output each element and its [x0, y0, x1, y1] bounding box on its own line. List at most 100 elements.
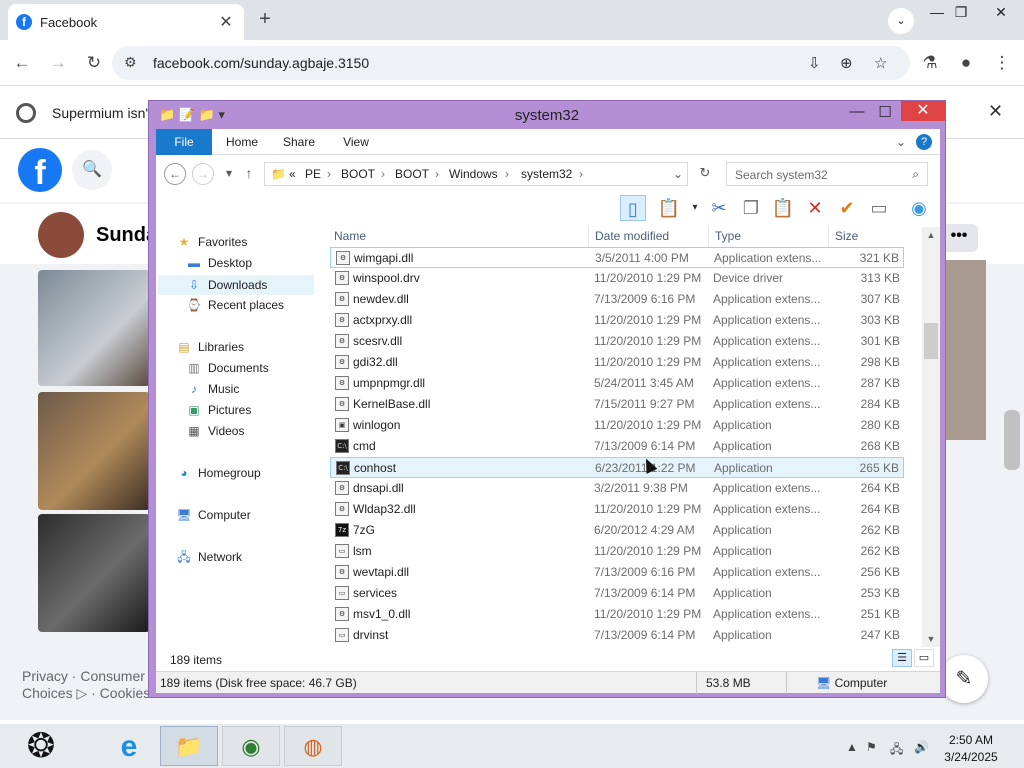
- window-restore-button[interactable]: ❐: [946, 0, 976, 28]
- refresh-icon[interactable]: ↻: [694, 163, 716, 185]
- address-bar[interactable]: ⚙ facebook.com/sunday.agbaje.3150 ⇩ ⊕ ☆: [112, 46, 910, 80]
- up-folder-icon[interactable]: ↑: [238, 163, 260, 185]
- crumb-boot-2[interactable]: BOOT: [395, 167, 429, 181]
- bookmark-star-icon[interactable]: ☆: [874, 54, 887, 72]
- photo-thumbnail[interactable]: [38, 270, 150, 386]
- column-divider[interactable]: [708, 227, 709, 247]
- profile-icon[interactable]: ●: [956, 53, 976, 73]
- crumb-separator-icon[interactable]: ›: [505, 167, 509, 181]
- photo-thumbnail[interactable]: [38, 392, 150, 510]
- crumb-pe[interactable]: PE: [305, 167, 321, 181]
- tray-overflow-icon[interactable]: ▲: [846, 740, 858, 754]
- reload-icon[interactable]: ↻: [84, 53, 104, 73]
- forward-arrow-icon[interactable]: →: [48, 53, 68, 73]
- crumb-separator-icon[interactable]: ›: [435, 167, 439, 181]
- facebook-search-icon[interactable]: 🔍: [72, 150, 112, 190]
- nav-videos[interactable]: ▦ Videos: [186, 424, 244, 438]
- nav-libraries[interactable]: ▤ Libraries: [176, 340, 244, 354]
- file-row[interactable]: ⚙ wimgapi.dll 3/5/2011 4:00 PM Application …: [330, 247, 904, 268]
- scroll-thumb[interactable]: [924, 323, 938, 359]
- browser-menu-icon[interactable]: ⋮: [992, 53, 1012, 73]
- column-name[interactable]: Name: [334, 229, 366, 243]
- file-row[interactable]: ⚙ newdev.dll 7/13/2009 6:16 PM Application …: [330, 289, 904, 310]
- explorer-address-bar[interactable]: 📁 « PE › BOOT › BOOT › Windows › system3…: [264, 162, 688, 186]
- taskbar-browser-button[interactable]: ◍: [284, 726, 342, 766]
- nav-homegroup[interactable]: ◕ Homegroup: [176, 466, 260, 480]
- file-row[interactable]: ⚙ Wldap32.dll 11/20/2010 1:29 PM Applicatio…: [330, 499, 904, 520]
- explorer-back-icon[interactable]: ←: [164, 163, 186, 185]
- file-row[interactable]: ▣ winlogon 11/20/2010 1:29 PM Application 28…: [330, 415, 904, 436]
- explorer-search-box[interactable]: Search system32 ⌕: [726, 162, 928, 186]
- search-icon[interactable]: ⌕: [912, 167, 919, 182]
- action-center-flag-icon[interactable]: ⚑: [866, 740, 877, 754]
- file-row[interactable]: C:\ cmd 7/13/2009 6:14 PM Application 268 KB: [330, 436, 904, 457]
- file-row[interactable]: ⚙ winspool.drv 11/20/2010 1:29 PM Device dr…: [330, 268, 904, 289]
- crumb-system32[interactable]: system32: [521, 167, 572, 181]
- nav-computer[interactable]: 🖥 Computer: [176, 508, 250, 522]
- file-row[interactable]: ⚙ wevtapi.dll 7/13/2009 6:16 PM Application…: [330, 562, 904, 583]
- address-history-chevron-icon[interactable]: ⌄: [673, 167, 683, 181]
- file-list-scrollbar[interactable]: ▲ ▼: [922, 227, 940, 647]
- photo-thumbnail[interactable]: [38, 514, 150, 632]
- explorer-maximize-button[interactable]: ☐: [873, 103, 897, 121]
- footer-line-1[interactable]: Privacy · Consumer: [22, 668, 150, 685]
- file-row[interactable]: ⚙ dnsapi.dll 3/2/2011 9:38 PM Application e…: [330, 478, 904, 499]
- volume-tray-icon[interactable]: 🔊: [914, 740, 929, 754]
- new-tab-button[interactable]: +: [254, 8, 276, 30]
- nav-downloads[interactable]: ⇩ Downloads: [158, 275, 314, 295]
- file-row[interactable]: C:\ conhost 6/23/2011 1:22 PM Application 26…: [330, 457, 904, 478]
- file-row[interactable]: ⚙ msv1_0.dll 11/20/2010 1:29 PM Application…: [330, 604, 904, 625]
- infobar-close-icon[interactable]: ✕: [988, 101, 1003, 122]
- scroll-down-icon[interactable]: ▼: [922, 631, 940, 647]
- explorer-close-button[interactable]: ✕: [901, 101, 945, 121]
- zoom-icon[interactable]: ⊕: [840, 54, 853, 72]
- details-view-icon[interactable]: ☰: [892, 649, 912, 667]
- profile-avatar[interactable]: [38, 212, 84, 258]
- ribbon-tab-share[interactable]: Share: [278, 129, 320, 155]
- file-row[interactable]: ▭ services 7/13/2009 6:14 PM Application 253…: [330, 583, 904, 604]
- scroll-up-icon[interactable]: ▲: [922, 227, 940, 243]
- column-divider[interactable]: [588, 227, 589, 247]
- file-row[interactable]: ▭ drvinst 7/13/2009 6:14 PM Application 247 …: [330, 625, 904, 646]
- compose-pencil-icon[interactable]: ✎: [940, 655, 988, 703]
- column-divider[interactable]: [828, 227, 829, 247]
- taskbar-media-player-button[interactable]: ◉: [222, 726, 280, 766]
- labs-flask-icon[interactable]: ⚗: [920, 53, 940, 73]
- file-row[interactable]: 7z 7zG 6/20/2012 4:29 AM Application 262 KB: [330, 520, 904, 541]
- network-tray-icon[interactable]: 🖧: [890, 740, 903, 761]
- nav-desktop[interactable]: ▬ Desktop: [186, 256, 252, 270]
- start-button-icon[interactable]: ❂: [18, 724, 64, 768]
- file-row[interactable]: ⚙ actxprxy.dll 11/20/2010 1:29 PM Applicati…: [330, 310, 904, 331]
- site-info-icon[interactable]: ⚙: [124, 54, 137, 71]
- rename-check-icon[interactable]: ✔: [834, 195, 860, 221]
- file-row[interactable]: ⚙ umpnpmgr.dll 5/24/2011 3:45 AM Applicatio…: [330, 373, 904, 394]
- back-arrow-icon[interactable]: ←: [12, 53, 32, 73]
- ribbon-expand-chevron-icon[interactable]: ⌄: [896, 129, 906, 155]
- crumb-separator-icon[interactable]: ›: [579, 167, 583, 181]
- column-type[interactable]: Type: [715, 229, 741, 243]
- file-row[interactable]: ⚙ gdi32.dll 11/20/2010 1:29 PM Application …: [330, 352, 904, 373]
- recent-locations-icon[interactable]: ▾: [218, 163, 240, 185]
- search-placeholder[interactable]: Search system32: [735, 168, 828, 182]
- install-app-icon[interactable]: ⇩: [808, 54, 821, 72]
- address-url[interactable]: facebook.com/sunday.agbaje.3150: [153, 55, 369, 71]
- delete-icon[interactable]: ✕: [802, 195, 828, 221]
- taskbar-clock[interactable]: 2:50 AM 3/24/2025: [934, 732, 1008, 766]
- facebook-logo-icon[interactable]: f: [18, 148, 62, 192]
- taskbar-file-explorer-button[interactable]: 📁: [160, 726, 218, 766]
- crumb-overflow[interactable]: «: [289, 167, 296, 181]
- properties-icon[interactable]: 📋: [656, 195, 682, 221]
- preview-pane-icon[interactable]: ▯: [620, 195, 646, 221]
- cut-icon[interactable]: ✂: [706, 195, 732, 221]
- crumb-separator-icon[interactable]: ›: [327, 167, 331, 181]
- file-row[interactable]: ⚙ scesrv.dll 11/20/2010 1:29 PM Application…: [330, 331, 904, 352]
- window-close-button[interactable]: ✕: [986, 0, 1016, 28]
- explorer-titlebar[interactable]: 📁 📝 📁 ▾ system32 — ☐ ✕: [149, 101, 945, 129]
- nav-pictures[interactable]: ▣ Pictures: [186, 403, 251, 417]
- nav-network[interactable]: 🖧 Network: [176, 550, 242, 564]
- ribbon-tab-home[interactable]: Home: [220, 129, 264, 155]
- file-row[interactable]: ▭ lsm 11/20/2010 1:29 PM Application 262 KB: [330, 541, 904, 562]
- copy-icon[interactable]: ❐: [738, 195, 764, 221]
- ribbon-tab-view[interactable]: View: [336, 129, 376, 155]
- nav-recent-places[interactable]: ⌚ Recent places: [186, 298, 285, 312]
